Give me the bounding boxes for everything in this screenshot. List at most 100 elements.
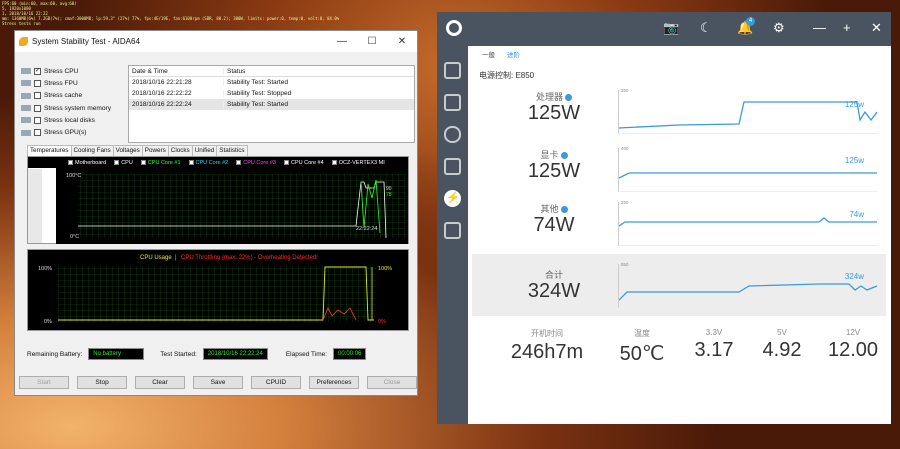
stat-label: 5V xyxy=(777,328,787,337)
legend-ssd[interactable]: OCZ-VERTEX3 MI xyxy=(331,160,385,166)
settings-gear-icon[interactable]: ⚙ xyxy=(773,20,785,36)
sidebar-power-icon[interactable]: ⚡ xyxy=(444,190,461,207)
log-time: 2018/10/16 22:22:24 xyxy=(132,101,192,108)
tab-temperatures[interactable]: Temperatures xyxy=(27,145,72,156)
close-button[interactable]: Close xyxy=(367,376,417,389)
legend-checkbox[interactable] xyxy=(236,160,242,165)
start-button[interactable]: Start xyxy=(19,376,69,389)
stress-fpu-option[interactable]: Stress FPU xyxy=(21,77,133,89)
stress-memory-checkbox[interactable] xyxy=(34,104,41,112)
tab-statistics[interactable]: Statistics xyxy=(216,145,248,156)
stat-label: 12V xyxy=(845,328,861,337)
stress-fpu-checkbox[interactable] xyxy=(34,79,41,87)
legend-core2[interactable]: CPU Core #2 xyxy=(188,160,228,166)
sidebar-monitor-icon[interactable] xyxy=(444,94,461,111)
stress-disks-checkbox[interactable] xyxy=(34,116,41,124)
graph-max: 250 xyxy=(621,200,629,205)
close-icon[interactable]: ✕ xyxy=(871,20,882,36)
minimize-button[interactable]: — xyxy=(327,36,357,47)
gpu-power-value: 125W xyxy=(527,160,581,182)
log-status: Stability Test: Started xyxy=(223,101,414,108)
stop-button[interactable]: Stop xyxy=(77,376,127,389)
usage-axis-top: 100% xyxy=(38,266,52,272)
psu-sidebar: ⚡ xyxy=(437,46,468,424)
night-mode-icon[interactable]: ☾ xyxy=(700,20,712,36)
legend-checkbox[interactable] xyxy=(140,160,146,165)
save-button[interactable]: Save xyxy=(193,376,243,389)
usage-right-bottom: 0% xyxy=(378,319,386,325)
tab-unified[interactable]: Unified xyxy=(191,145,218,156)
stress-label: Stress FPU xyxy=(44,79,78,87)
minimize-icon[interactable]: — xyxy=(813,20,826,35)
stress-cache-option[interactable]: Stress cache xyxy=(21,90,133,102)
legend-checkbox[interactable] xyxy=(114,160,120,165)
tab-clocks[interactable]: Clocks xyxy=(167,145,193,156)
other-power-row: 其他 74W 250 74w xyxy=(472,198,886,256)
legend-checkbox[interactable] xyxy=(188,160,194,165)
aida-titlebar[interactable]: System Stability Test - AIDA64 — ☐ ✕ xyxy=(15,31,417,52)
uptime-stat: 开机时间 246h7m xyxy=(492,328,602,364)
sidebar-settings-icon[interactable] xyxy=(444,158,461,175)
legend-motherboard[interactable]: Motherboard xyxy=(68,160,106,166)
legend-label: CPU Core #4 xyxy=(290,159,324,166)
legend-core4[interactable]: CPU Core #4 xyxy=(283,159,324,166)
plus-icon[interactable]: + xyxy=(843,20,851,35)
log-time: 2018/10/16 22:22:22 xyxy=(132,90,192,97)
tab-advanced[interactable]: 进阶 xyxy=(507,49,520,59)
psu-titlebar[interactable]: 📷 ☾ 🔔 4 ⚙ — + ✕ xyxy=(437,12,891,46)
stress-memory-option[interactable]: Stress system memory xyxy=(21,102,133,114)
cache-icon xyxy=(21,92,31,99)
tab-cooling-fans[interactable]: Cooling Fans xyxy=(70,145,114,156)
log-row[interactable]: 2018/10/16 22:22:24 Stability Test: Start… xyxy=(129,99,414,110)
close-window-button[interactable]: ✕ xyxy=(387,36,417,47)
legend-checkbox[interactable] xyxy=(68,160,73,165)
psu-stats: 开机时间 246h7m 温度 50℃ 3.3V 3.17 5V 4.92 12V 12.0… xyxy=(472,328,886,378)
temp-axis-bottom: 0°C xyxy=(70,234,79,240)
remaining-battery-label: Remaining Battery: xyxy=(27,350,83,358)
tab-powers[interactable]: Powers xyxy=(141,145,169,156)
log-col-time[interactable]: Date & Time xyxy=(129,68,223,75)
info-icon[interactable] xyxy=(565,94,572,102)
maximize-button[interactable]: ☐ xyxy=(357,36,387,47)
stress-gpu-checkbox[interactable] xyxy=(34,129,41,137)
sidebar-device-icon[interactable] xyxy=(444,222,461,239)
legend-core3[interactable]: CPU Core #3 xyxy=(236,160,276,166)
camera-icon[interactable]: 📷 xyxy=(663,20,679,36)
stress-gpu-option[interactable]: Stress GPU(s) xyxy=(21,126,133,138)
log-row[interactable]: 2018/10/16 22:21:28 Stability Test: Start… xyxy=(129,77,414,88)
sensor-scrollbar[interactable] xyxy=(28,169,42,243)
stress-cpu-checkbox[interactable]: ✓ xyxy=(34,67,41,75)
tab-general[interactable]: 一般 xyxy=(482,49,495,59)
stat-value: 50℃ xyxy=(619,343,665,365)
stress-cpu-option[interactable]: ✓ Stress CPU xyxy=(21,65,133,77)
cpuid-button[interactable]: CPUID xyxy=(251,376,301,389)
tab-voltages[interactable]: Voltages xyxy=(112,145,143,156)
info-icon[interactable] xyxy=(560,206,568,214)
stress-disks-option[interactable]: Stress local disks xyxy=(21,114,133,126)
temp-time-label: 22:22:24 xyxy=(356,226,377,232)
sidebar-dashboard-icon[interactable] xyxy=(444,62,461,79)
legend-checkbox[interactable] xyxy=(331,160,337,165)
graph-max: 850 xyxy=(621,262,629,267)
preferences-button[interactable]: Preferences xyxy=(309,376,359,389)
clear-button[interactable]: Clear xyxy=(135,376,185,389)
log-row[interactable]: 2018/10/16 22:22:22 Stability Test: Stopp… xyxy=(129,88,414,99)
sidebar-gamepad-icon[interactable] xyxy=(444,126,461,143)
status-log[interactable]: Date & Time Status 2018/10/16 22:21:28 St… xyxy=(128,65,415,143)
gpu-icon xyxy=(21,129,31,136)
temperature-graph-svg: 100°C 0°C 22:22:24 90 78 xyxy=(66,173,406,240)
legend-cpu[interactable]: CPU xyxy=(114,160,133,166)
legend-core1[interactable]: CPU Core #1 xyxy=(140,160,181,166)
cpu-usage-panel: CPU Usage | CPU Throttling (max: 22%) - … xyxy=(27,249,409,331)
row-label-text: 其他 xyxy=(540,204,559,214)
log-time: 2018/10/16 22:21:28 xyxy=(132,79,192,86)
gpu-power-graph: 400 125w xyxy=(618,146,878,192)
info-icon[interactable] xyxy=(560,152,568,160)
log-col-status[interactable]: Status xyxy=(223,67,414,75)
legend-checkbox[interactable] xyxy=(283,160,289,165)
other-power-line xyxy=(618,217,877,227)
total-power-line xyxy=(618,283,878,301)
stress-cache-checkbox[interactable] xyxy=(34,92,41,100)
cpu-power-value: 125W xyxy=(527,102,581,124)
row-label-text: 处理器 xyxy=(535,92,563,102)
